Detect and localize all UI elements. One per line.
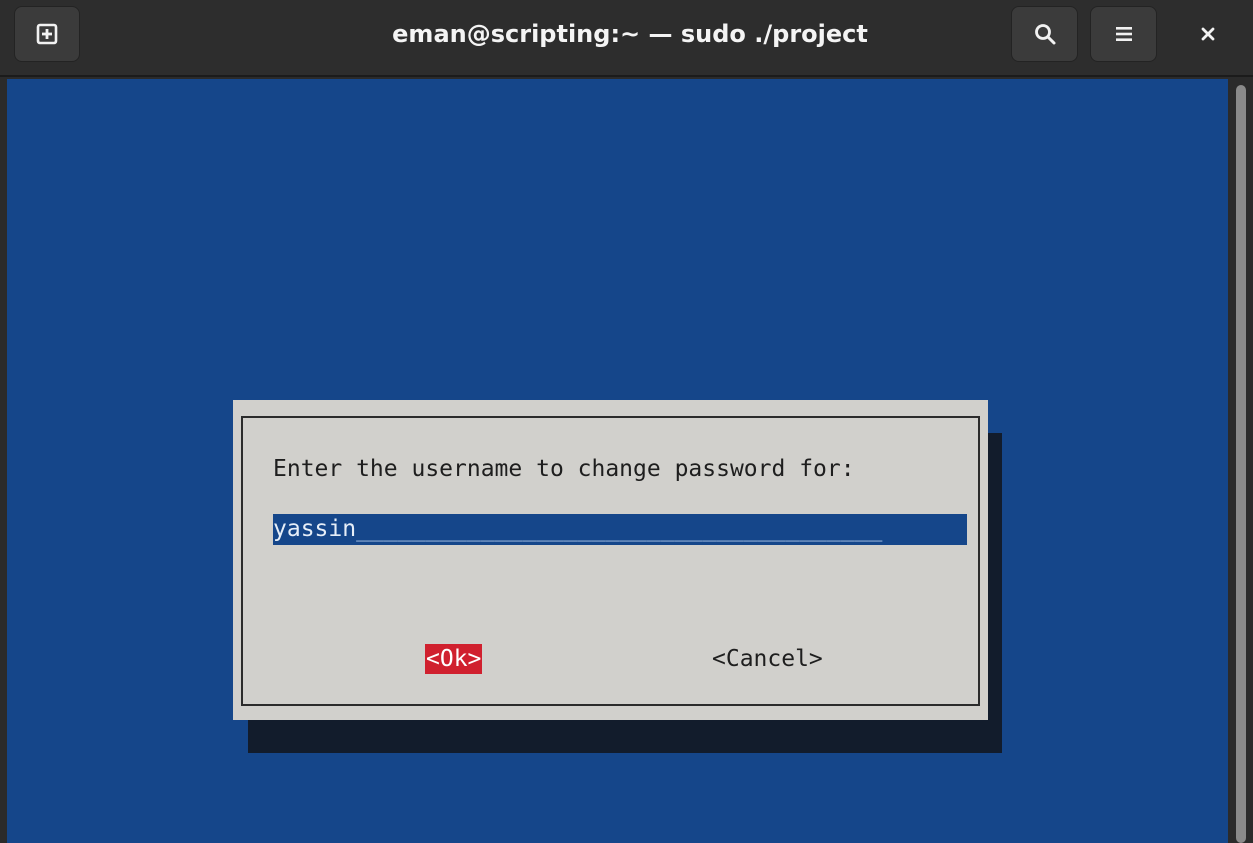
new-tab-button[interactable] (14, 6, 80, 62)
plus-square-icon (36, 23, 58, 45)
username-input-fill: ______________________________________ (356, 516, 883, 542)
username-input-value: yassin (273, 516, 357, 542)
window-title: eman@scripting:~ — sudo ./project (392, 20, 868, 48)
scrollbar-thumb[interactable] (1236, 85, 1246, 843)
terminal-window: eman@scripting:~ — sudo ./project Enter … (0, 0, 1253, 843)
title-bar: eman@scripting:~ — sudo ./project (0, 0, 1253, 77)
username-input[interactable]: yassin__________________________________… (273, 514, 967, 545)
close-icon (1201, 27, 1215, 41)
hamburger-menu-icon (1115, 27, 1132, 41)
close-button[interactable] (1178, 6, 1238, 62)
cancel-button[interactable]: <Cancel> (712, 644, 823, 674)
input-dialog: Enter the username to change password fo… (233, 400, 988, 720)
scrollbar[interactable] (1228, 79, 1253, 843)
dialog-frame: Enter the username to change password fo… (241, 416, 980, 706)
search-icon (1034, 24, 1055, 45)
dialog-prompt: Enter the username to change password fo… (273, 456, 855, 482)
search-button[interactable] (1011, 6, 1078, 62)
menu-button[interactable] (1090, 6, 1157, 62)
ok-button[interactable]: <Ok> (425, 644, 483, 674)
